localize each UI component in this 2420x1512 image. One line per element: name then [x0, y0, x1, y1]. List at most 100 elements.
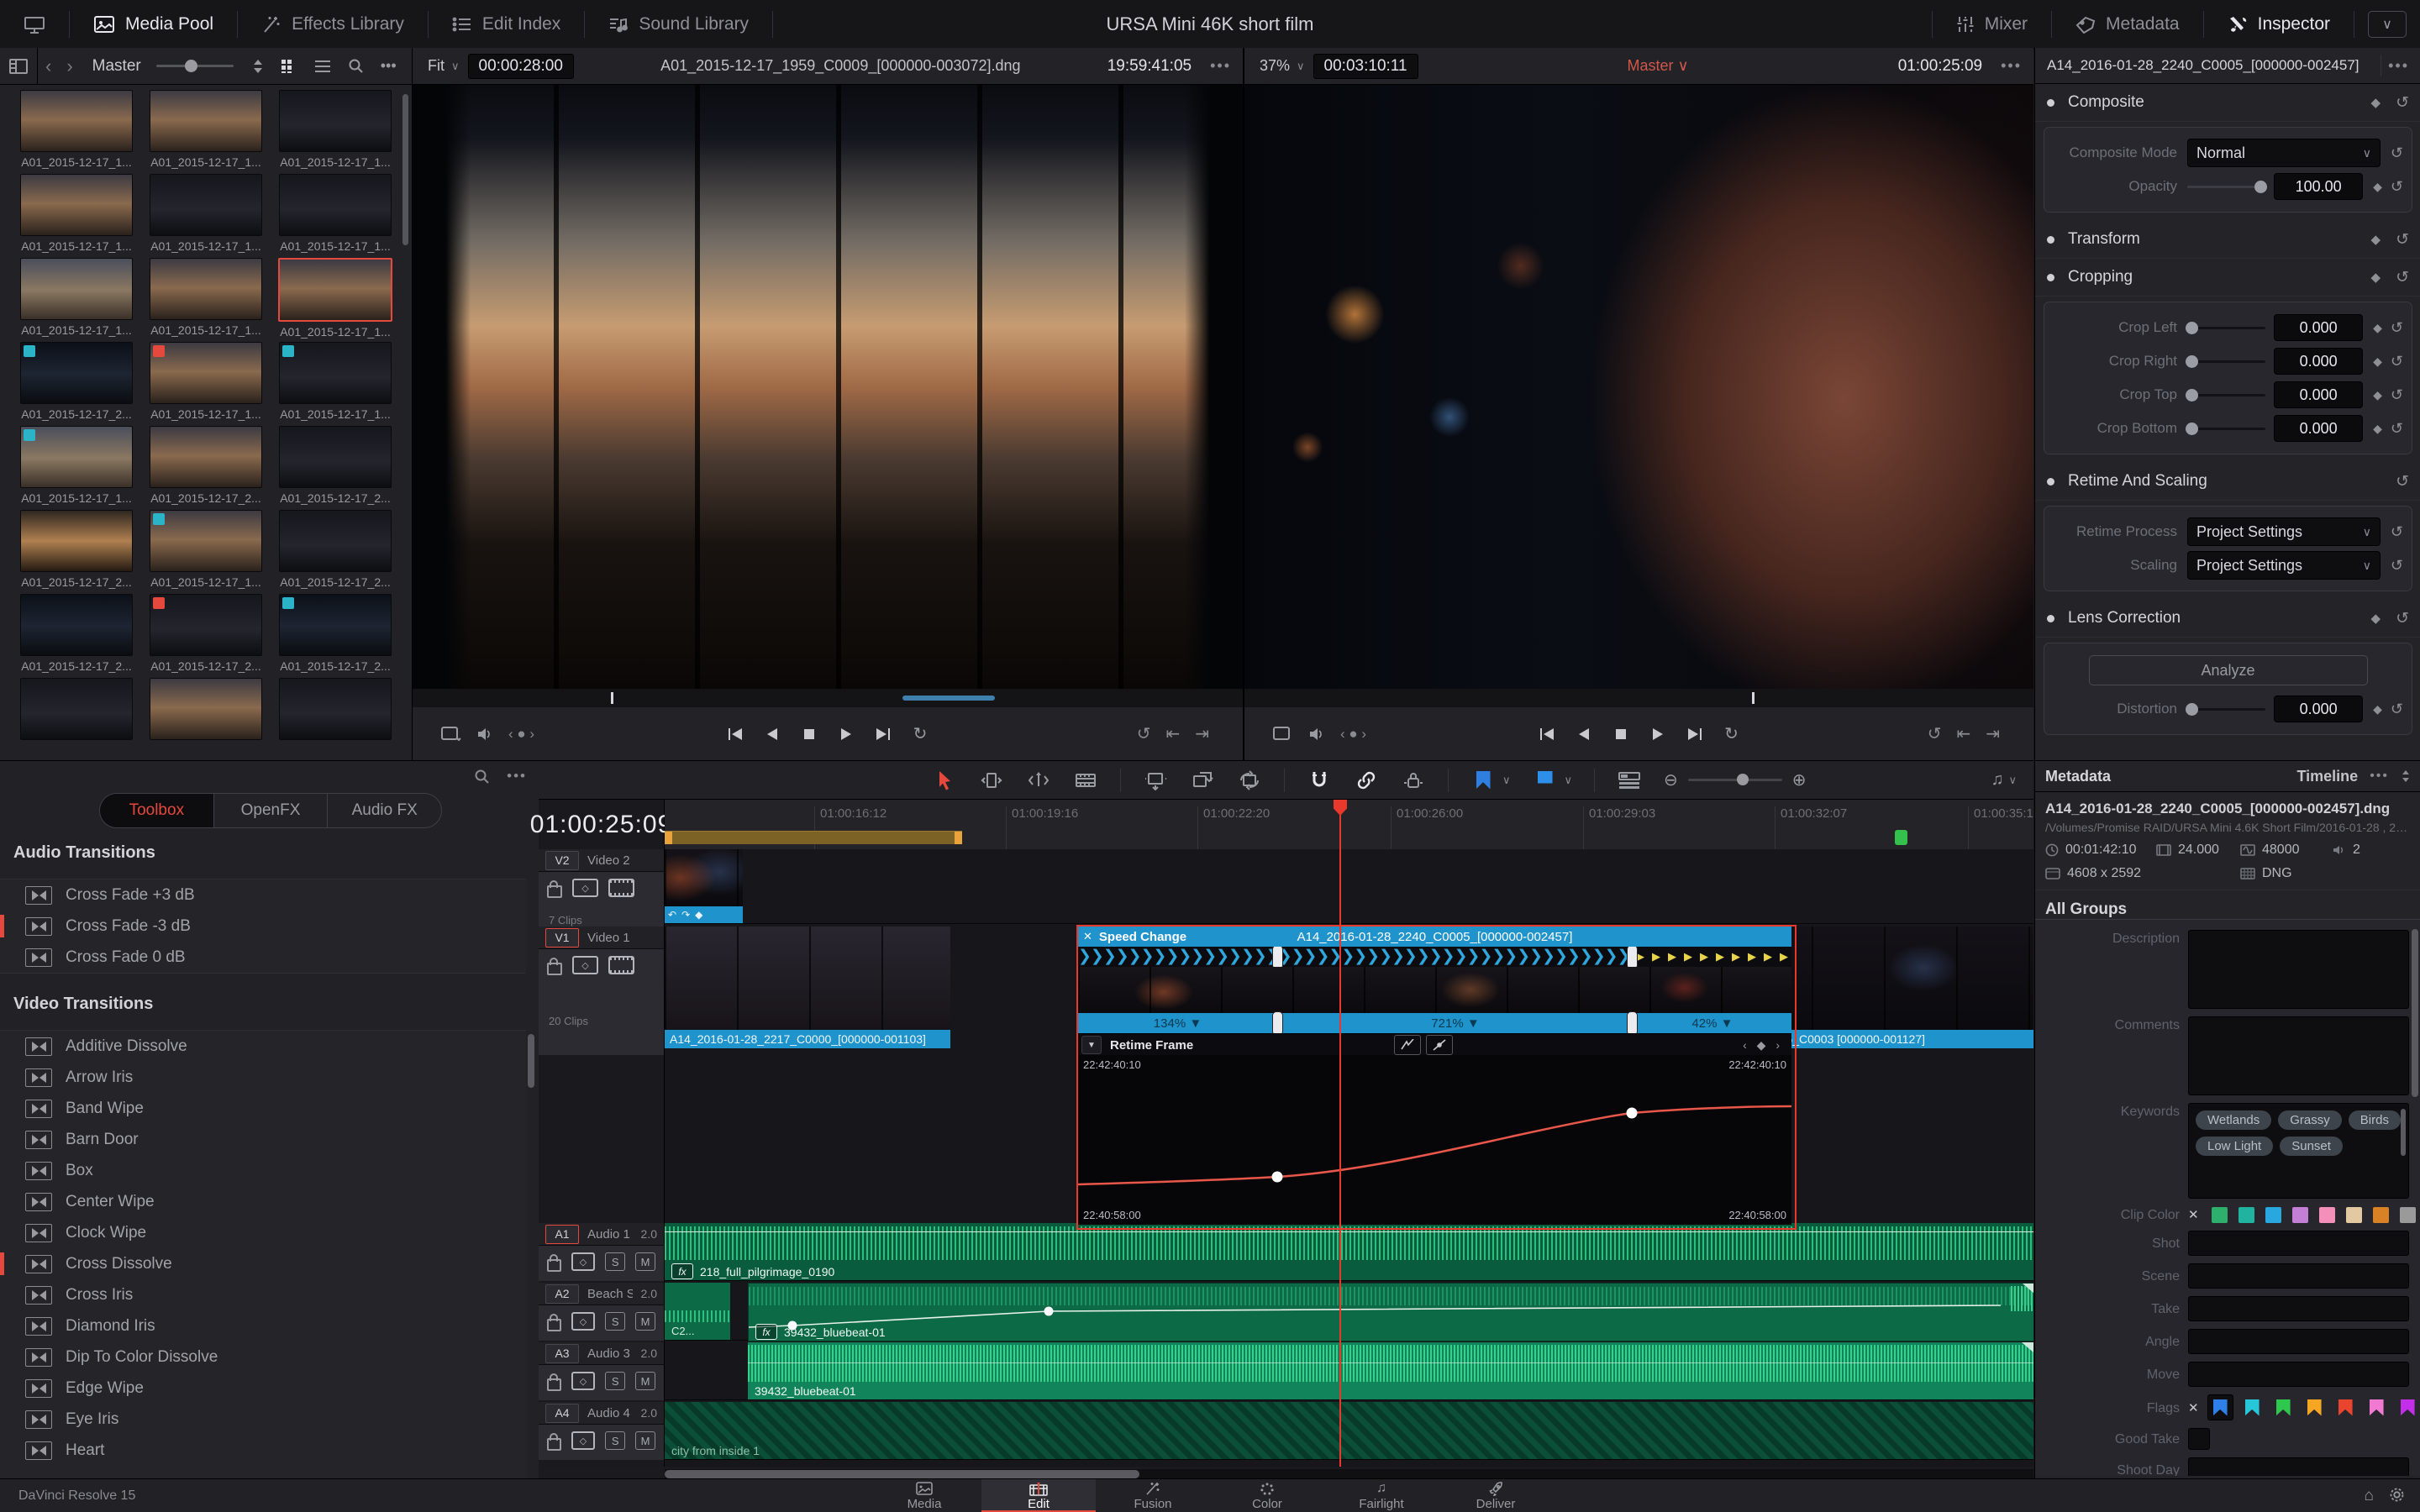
transition-item[interactable]: Additive Dissolve [0, 1031, 526, 1062]
green-marker[interactable] [1895, 830, 1907, 845]
tl-play-reverse-icon[interactable] [1574, 724, 1594, 744]
keyframe-icon[interactable]: ◆ [2373, 354, 2382, 369]
speed-change-header[interactable]: ✕ Speed Change A14_2016-01-28_2240_C0005… [1078, 927, 1791, 947]
transition-item[interactable]: Barn Door [0, 1124, 526, 1155]
mute-button[interactable]: M [635, 1312, 655, 1331]
media-clip[interactable]: A01_2015-12-17_2... [271, 594, 400, 678]
track-id[interactable]: V2 [545, 850, 579, 870]
timeline-ruler[interactable]: 01:00:16:12 01:00:19:16 01:00:22:20 01:00:2… [665, 800, 2033, 850]
metadata-options-icon[interactable]: ••• [2370, 769, 2389, 784]
mute-button[interactable]: M [635, 1431, 655, 1450]
color-swatch[interactable] [2399, 1206, 2416, 1223]
media-clip[interactable] [12, 678, 141, 760]
crop-slider[interactable] [2186, 388, 2266, 402]
timeline-speaker-icon[interactable] [1307, 724, 1327, 744]
media-clip[interactable]: A01_2015-12-17_1... [141, 342, 271, 426]
effects-tab[interactable]: Audio FX [328, 794, 441, 827]
mute-button[interactable]: M [635, 1372, 655, 1390]
lock-icon[interactable] [547, 1314, 561, 1331]
solo-button[interactable]: S [605, 1252, 626, 1271]
track-header-a2[interactable]: A2Beach S...2.0 ◇ S M [539, 1283, 664, 1341]
media-clip[interactable]: A01_2015-12-17_1... [271, 174, 400, 258]
settings-gear-icon[interactable] [2389, 1487, 2405, 1505]
keyword-tag[interactable]: Grassy [2278, 1110, 2342, 1130]
position-lock-toggle[interactable] [1401, 768, 1426, 793]
a2-clip[interactable]: fx 39432_bluebeat-01 [748, 1283, 2033, 1341]
transition-item[interactable]: Cross Iris [0, 1279, 526, 1310]
media-clip[interactable]: A01_2015-12-17_2... [141, 426, 271, 510]
media-clip[interactable]: A01_2015-12-17_2... [12, 594, 141, 678]
media-clip[interactable]: A01_2015-12-17_2... [271, 426, 400, 510]
retime-curve-area[interactable]: 22:42:40:10 22:42:40:10 22:40:58:00 22:4… [1078, 1055, 1791, 1225]
effects-tab[interactable]: OpenFX [214, 794, 329, 827]
clip-thumbnail[interactable] [20, 510, 133, 572]
a2-clip-left[interactable]: C2... [665, 1283, 730, 1340]
mixer-toggle[interactable]: Mixer [1933, 0, 2051, 48]
thumbnail-view-icon[interactable] [272, 59, 306, 74]
crop-slider[interactable] [2186, 422, 2266, 435]
sort-icon[interactable] [244, 59, 272, 74]
reset-icon[interactable]: ↺ [2396, 93, 2409, 113]
media-clip[interactable]: A01_2015-12-17_1... [12, 90, 141, 174]
clip-thumbnail[interactable] [279, 174, 392, 236]
clip-thumbnail[interactable] [20, 174, 133, 236]
crop-value[interactable]: 0.000 [2274, 314, 2364, 341]
timeline-zoom-select[interactable]: 37% ∨ [1244, 57, 1313, 75]
solo-button[interactable]: S [605, 1431, 626, 1450]
retime-select[interactable]: Project Settings ∨ [2187, 551, 2381, 580]
retime-keyframe[interactable] [1271, 1171, 1283, 1183]
move-field[interactable] [2188, 1362, 2409, 1387]
auto-select-icon[interactable]: ◇ [571, 1312, 596, 1331]
page-edit[interactable]: Edit [981, 1479, 1096, 1512]
reset-icon[interactable]: ↺ [2396, 472, 2409, 491]
reset-icon[interactable]: ↺ [2391, 319, 2403, 337]
section-enable-dot[interactable] [2047, 98, 2054, 107]
search-icon[interactable] [339, 58, 372, 74]
keyframe-icon[interactable]: ◆ [2373, 321, 2382, 335]
retime-select[interactable]: Project Settings ∨ [2187, 517, 2381, 546]
speed-clip-thumbnails[interactable] [1078, 967, 1791, 1013]
a3-clip[interactable]: 39432_bluebeat-01 [748, 1342, 2033, 1399]
keyword-tag[interactable]: Sunset [2280, 1137, 2343, 1156]
keyframe-icon[interactable]: ◆ [2373, 180, 2382, 194]
transition-item[interactable]: Band Wipe [0, 1093, 526, 1124]
keywords-field[interactable]: Wetlands Grassy Birds Low Light Sunset [2188, 1103, 2409, 1199]
curve-peak-button[interactable] [1394, 1035, 1421, 1055]
flag-swatch[interactable] [2365, 1395, 2389, 1420]
track-id[interactable]: A2 [545, 1284, 579, 1304]
home-icon[interactable]: ⌂ [2365, 1487, 2374, 1505]
source-viewer-image[interactable] [413, 85, 1243, 689]
source-options-icon[interactable]: ••• [1198, 57, 1243, 75]
flag-swatch[interactable] [2333, 1395, 2358, 1420]
lock-icon[interactable] [547, 958, 562, 975]
speed-handle[interactable] [1272, 947, 1283, 967]
track-header-a4[interactable]: A4 Audio 4 2.0 ◇ S M [539, 1402, 664, 1460]
track-id[interactable]: A1 [545, 1224, 579, 1244]
marker-button[interactable] [1470, 768, 1496, 793]
speed-segment[interactable]: 134% ▼ [1078, 1013, 1278, 1033]
metadata-scrollbar[interactable] [2412, 929, 2418, 1097]
good-take-checkbox[interactable] [2188, 1428, 2210, 1450]
speed-segment[interactable]: 721% ▼ [1278, 1013, 1634, 1033]
flag-swatch[interactable] [2240, 1395, 2265, 1420]
go-to-last-frame-icon[interactable] [873, 724, 893, 744]
media-clip[interactable]: A01_2015-12-17_1... [12, 258, 141, 342]
clip-thumbnail[interactable] [150, 510, 262, 572]
timeline-jog-control[interactable]: ‹ ● › [1340, 726, 1366, 743]
fade-handle[interactable] [2023, 1284, 2033, 1294]
tl-play-icon[interactable] [1648, 724, 1668, 744]
track-header-a1[interactable]: A1 Audio 1 2.0 ◇ S M [539, 1223, 664, 1281]
clip-thumbnail[interactable] [150, 258, 262, 320]
reset-icon[interactable]: ↺ [2396, 230, 2409, 249]
loop-icon[interactable]: ↻ [910, 724, 930, 744]
dynamic-trim-tool[interactable] [1026, 768, 1051, 793]
selection-tool[interactable] [932, 768, 957, 793]
effects-scrollbar[interactable] [528, 1034, 534, 1088]
clip-thumbnail[interactable] [279, 594, 392, 656]
source-jog-bar[interactable] [413, 689, 1243, 708]
media-clip[interactable] [271, 678, 400, 760]
tl-go-to-last-frame-icon[interactable] [1685, 724, 1705, 744]
keyword-tag[interactable]: Birds [2348, 1110, 2401, 1130]
lock-icon[interactable] [547, 1373, 561, 1391]
mark-out-icon[interactable]: ⇥ [1195, 723, 1209, 744]
